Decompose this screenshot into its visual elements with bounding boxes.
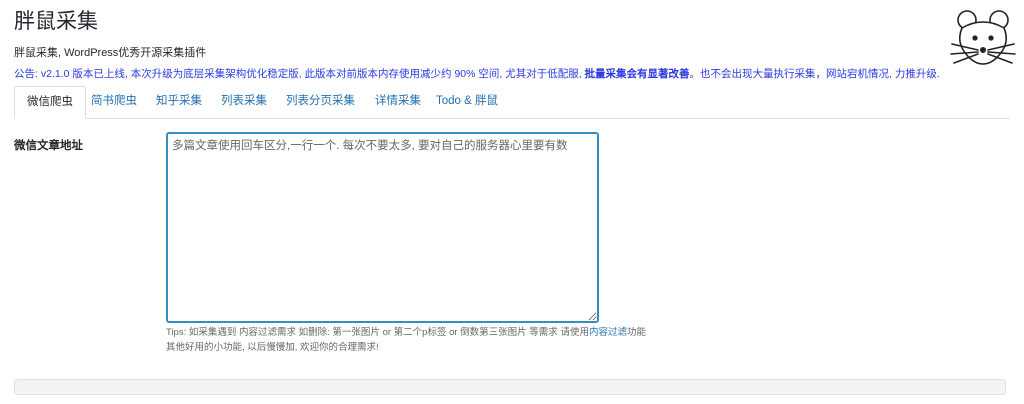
- tips-line-1-prefix: Tips: 如采集遇到 内容过滤需求 如删除: 第一张图片 or 第二个p标签 …: [166, 327, 589, 338]
- tips-line-1-suffix: 功能: [626, 327, 646, 338]
- page-title: 胖鼠采集: [14, 10, 98, 33]
- tab-list[interactable]: 列表采集: [209, 86, 279, 117]
- bottom-bar: [14, 379, 1006, 395]
- tab-jianshu[interactable]: 简书爬虫: [79, 86, 149, 117]
- mouse-face-icon: [950, 10, 1016, 65]
- tab-detail[interactable]: 详情采集: [363, 86, 433, 117]
- tab-list-paging[interactable]: 列表分页采集: [274, 86, 367, 117]
- page-subtitle: 胖鼠采集, WordPress优秀开源采集插件: [14, 47, 207, 59]
- tab-zhihu[interactable]: 知乎采集: [144, 86, 214, 117]
- announcement: 公告: v2.1.0 版本已上线, 本次升级为底层采集架构优化稳定版, 此版本对…: [14, 66, 940, 81]
- tips-line-2: 其他好用的小功能, 以后慢慢加, 欢迎你的合理需求!: [166, 342, 379, 353]
- tips: Tips: 如采集遇到 内容过滤需求 如删除: 第一张图片 or 第二个p标签 …: [166, 325, 646, 355]
- tab-todo[interactable]: Todo & 胖鼠: [424, 86, 510, 117]
- announcement-text: 公告: v2.1.0 版本已上线, 本次升级为底层采集架构优化稳定版, 此版本对…: [14, 68, 585, 80]
- url-field-label: 微信文章地址: [14, 140, 83, 152]
- announcement-highlight: 批量采集会有显著改善: [584, 68, 690, 80]
- announcement-tail: 。也不会出现大量执行采集，网站宕机情况, 力推升级.: [689, 68, 940, 80]
- content-filter-link[interactable]: 内容过滤: [589, 327, 627, 338]
- url-textarea[interactable]: [166, 132, 599, 323]
- tips-line-1: Tips: 如采集遇到 内容过滤需求 如删除: 第一张图片 or 第二个p标签 …: [166, 325, 646, 340]
- tab-wechat[interactable]: 微信爬虫: [14, 86, 86, 119]
- tab-bar: 微信爬虫 简书爬虫 知乎采集 列表采集 列表分页采集 详情采集 Todo & 胖…: [14, 86, 1010, 119]
